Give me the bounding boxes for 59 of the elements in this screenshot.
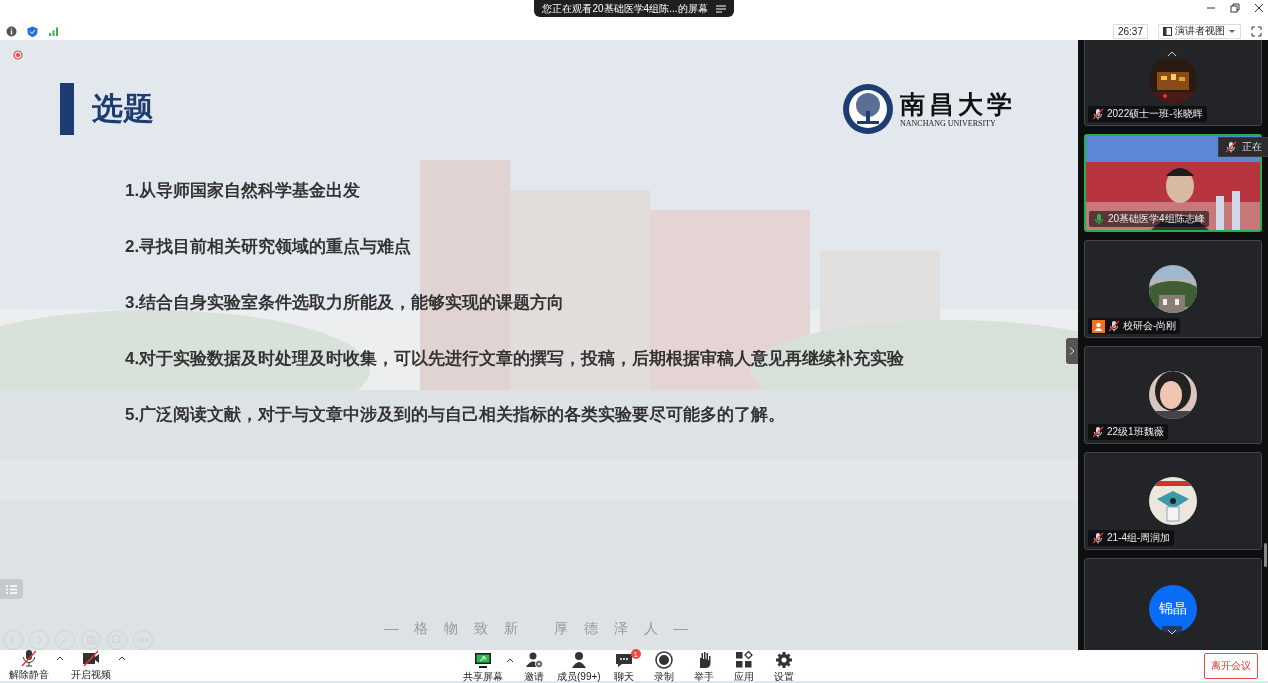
- list-icon: [6, 584, 17, 594]
- slide-bullet-text: 2.寻找目前相关研究领域的重点与难点: [125, 236, 412, 258]
- toolbar-button[interactable]: 邀请: [514, 651, 554, 683]
- restore-icon[interactable]: [1230, 3, 1240, 13]
- leave-meeting-button[interactable]: 离开会议: [1204, 652, 1258, 679]
- slide-title: 选题: [92, 90, 155, 128]
- start-video-button[interactable]: 开启视频: [68, 649, 114, 682]
- participant-tile[interactable]: 校研会-尚刚: [1084, 240, 1262, 338]
- participant-name: 校研会-尚刚: [1123, 319, 1177, 333]
- view-button[interactable]: 演讲者视图: [1158, 23, 1241, 39]
- participant-tile[interactable]: 21-4组-周润加: [1084, 452, 1262, 550]
- toolbar-button[interactable]: 录制: [643, 651, 684, 683]
- caret-icon[interactable]: [506, 657, 514, 663]
- participant-name: 2022硕士一班-张晓晖: [1107, 107, 1203, 121]
- slide-bullet-text: 3.结合自身实验室条件选取力所能及，能够实现的课题方向: [125, 292, 565, 314]
- toolbar-button[interactable]: 设置: [763, 651, 804, 683]
- caret-icon: [1228, 27, 1236, 35]
- caret-icon[interactable]: [118, 655, 126, 661]
- toolbar-button[interactable]: 应用: [723, 651, 764, 683]
- panel-collapse-handle[interactable]: [1066, 338, 1078, 364]
- participant-name: 21-4组-周润加: [1107, 531, 1171, 545]
- chevron-right-icon: [1069, 347, 1075, 355]
- scrollbar[interactable]: [1264, 543, 1267, 567]
- toolbar-button[interactable]: 举手: [683, 651, 724, 683]
- chevron-down-icon: [1167, 629, 1177, 635]
- recording-icon: [13, 50, 23, 60]
- slide-bullet-text: 5.广泛阅读文献，对于与文章中涉及到的与自己相关指标的各类实验要尽可能多的了解。: [125, 404, 786, 426]
- participant-name: 20基础医学4组陈志峰: [1108, 212, 1205, 226]
- slide-bullet-text: 4.对于实验数据及时处理及时收集，可以先进行文章的撰写，投稿，后期根据审稿人意见再继续补充实验: [125, 348, 905, 370]
- signal-icon[interactable]: [48, 25, 59, 37]
- menu-icon[interactable]: [715, 4, 726, 13]
- participant-name: 22级1班魏薇: [1107, 425, 1164, 439]
- meeting-timer: 26:37: [1112, 23, 1148, 39]
- record-icon: [654, 651, 673, 669]
- apps-icon: [734, 651, 753, 669]
- toolbar-button[interactable]: 成员(99+): [554, 651, 604, 683]
- participant-tile[interactable]: 锦晶: [1084, 558, 1262, 650]
- avatar-initials: 锦晶: [1149, 585, 1197, 633]
- layout-icon: [1163, 26, 1172, 36]
- muted-microphone-icon: [1225, 141, 1237, 153]
- toolbar-button[interactable]: 共享屏幕: [460, 651, 506, 683]
- participant-tile[interactable]: 2022硕士一班-张晓晖: [1084, 40, 1262, 126]
- participant-tile[interactable]: 22级1班魏薇: [1084, 346, 1262, 444]
- university-name: 南昌大学: [900, 90, 1016, 119]
- fullscreen-icon[interactable]: [1251, 25, 1262, 37]
- university-emblem-icon: [842, 83, 894, 135]
- info-icon[interactable]: [6, 25, 17, 37]
- speaking-text: 正在: [1242, 140, 1262, 154]
- sharing-title: 您正在观看20基础医学4组陈...的屏幕: [542, 1, 708, 16]
- close-icon[interactable]: [1254, 3, 1264, 13]
- caret-icon[interactable]: [56, 655, 64, 661]
- slide-motto: — 格 物 致 新 厚 德 泽 人 —: [383, 620, 695, 638]
- unmute-button[interactable]: 解除静音: [6, 649, 52, 682]
- university-name-english: NANCHANG UNIVERSITY: [900, 118, 996, 128]
- chevron-up-icon: [1167, 51, 1177, 57]
- title-bar-accent: [60, 83, 74, 135]
- members-icon: [569, 651, 588, 669]
- slide-bullet-text: 1.从导师国家自然科学基金出发: [125, 180, 361, 202]
- shield-icon[interactable]: [27, 25, 38, 37]
